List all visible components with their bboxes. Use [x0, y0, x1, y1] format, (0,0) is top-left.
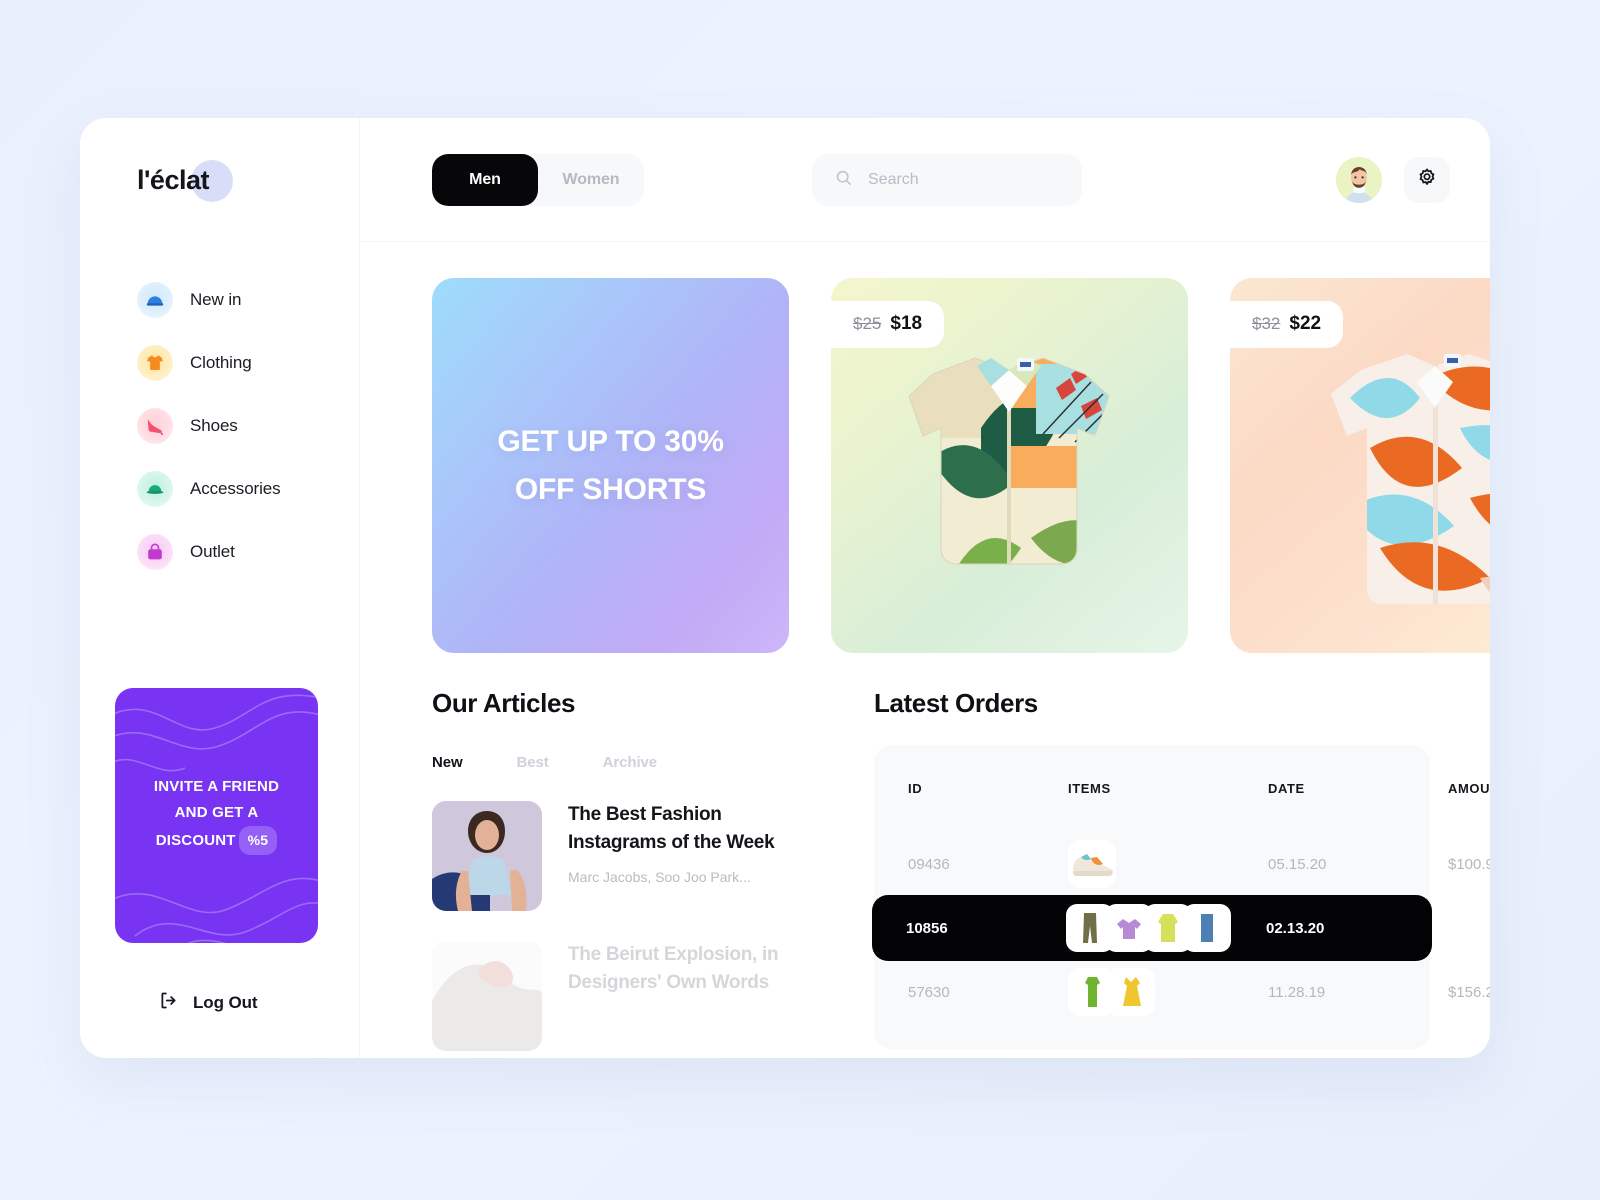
article-text: The Beirut Explosion, in Designers' Own …	[568, 941, 813, 1051]
articles-title: Our Articles	[432, 688, 576, 718]
price-badge: $32 $22	[1230, 301, 1344, 348]
product-card-2[interactable]: $32 $22	[1230, 278, 1490, 653]
article-tabs: New Best Archive	[432, 754, 832, 771]
table-row[interactable]: 09436 05.15.20 $100.9	[874, 833, 1490, 895]
orders-title: Latest Orders	[874, 688, 1038, 718]
sidebar-item-clothing[interactable]: Clothing	[80, 341, 359, 385]
avatar-illustration	[1336, 156, 1382, 203]
order-items	[1068, 840, 1268, 888]
top-header: Men Women	[360, 118, 1490, 242]
table-header-row: ID ITEMS DATE AMOUNT	[874, 771, 1490, 833]
search-bar[interactable]	[812, 153, 1082, 206]
brand-logo[interactable]: l'éclat	[137, 158, 257, 202]
sidebar-item-label: Accessories	[190, 479, 281, 498]
invite-friend-card[interactable]: INVITE A FRIEND AND GET A DISCOUNT %5	[115, 688, 318, 943]
order-id: 57630	[908, 983, 950, 1001]
order-items	[1066, 904, 1266, 952]
article-thumbnail	[432, 941, 542, 1051]
table-row[interactable]: 10856 02.13.20 $362.1	[872, 895, 1490, 961]
sneaker-icon	[1068, 840, 1116, 888]
order-id: 09436	[908, 855, 950, 873]
high-heel-icon	[137, 408, 173, 444]
order-amount: $156.25	[1448, 983, 1490, 1001]
invite-line-3: DISCOUNT	[155, 832, 236, 849]
tshirt-icon	[137, 345, 173, 381]
column-header-items: ITEMS	[1068, 781, 1111, 796]
column-header-id: ID	[908, 781, 923, 796]
gear-icon	[1416, 167, 1438, 192]
column-header-date: DATE	[1268, 781, 1305, 796]
article-title: The Best Fashion Instagrams of the Week	[568, 804, 775, 853]
sidebar-item-shoes[interactable]: Shoes	[80, 404, 359, 448]
order-date: 02.13.20	[1266, 919, 1325, 937]
promo-banner[interactable]: GET UP TO 30% OFF SHORTS	[432, 278, 789, 653]
article-image	[432, 801, 542, 911]
new-price: $18	[890, 313, 923, 334]
old-price: $25	[853, 314, 882, 333]
new-price: $22	[1289, 313, 1322, 334]
sidebar-item-outlet[interactable]: Outlet	[80, 530, 359, 574]
orders-table: ID ITEMS DATE AMOUNT 09436	[872, 745, 1490, 1049]
sidebar-item-label: Outlet	[190, 542, 235, 561]
article-image	[432, 941, 542, 1051]
search-input[interactable]	[868, 170, 1060, 189]
main-content: Men Women Search GET UP TO 30% OFF SHORT…	[360, 118, 1490, 1058]
discount-badge: %5	[238, 826, 278, 855]
promo-carousel: GET UP TO 30% OFF SHORTS $25 $18 $32 $22	[432, 278, 1490, 653]
sidebar-nav: New in Clothing Shoes Accessories Outlet	[80, 278, 359, 574]
order-date: 05.15.20	[1268, 855, 1327, 873]
search-icon	[834, 168, 853, 192]
promo-line-1: GET UP TO 30%	[497, 424, 724, 458]
handbag-icon	[137, 534, 173, 570]
article-text: The Best Fashion Instagrams of the Week …	[568, 801, 813, 911]
app-window: l'éclat New in Clothing Shoes Accessorie…	[80, 118, 1490, 1058]
product-card-1[interactable]: $25 $18	[831, 278, 1188, 653]
order-id: 10856	[906, 919, 948, 937]
skirt-icon	[1183, 904, 1231, 952]
logout-button[interactable]: Log Out	[158, 990, 258, 1016]
article-title: The Beirut Explosion, in Designers' Own …	[568, 944, 779, 993]
sidebar-item-label: Shoes	[190, 416, 238, 435]
table-row[interactable]: 57630 11.28.19 $156.25	[874, 961, 1490, 1023]
invite-line-1: INVITE A FRIEND	[153, 778, 280, 795]
order-items	[1068, 968, 1268, 1016]
order-amount: $100.99	[1448, 855, 1490, 873]
settings-button[interactable]	[1404, 156, 1450, 203]
tab-men[interactable]: Men	[432, 153, 538, 206]
logout-label: Log Out	[193, 993, 258, 1012]
promo-text: GET UP TO 30% OFF SHORTS	[497, 418, 724, 514]
order-date: 11.28.19	[1268, 983, 1326, 1001]
article-thumbnail	[432, 801, 542, 911]
yellow-dress-icon	[1107, 968, 1155, 1016]
header-actions	[1336, 156, 1450, 203]
old-price: $32	[1252, 314, 1281, 333]
order-amount: $362.15	[1446, 919, 1490, 937]
tab-women[interactable]: Women	[538, 154, 644, 206]
lower-sections: Our Articles New Best Archive The Best F…	[432, 688, 1490, 1058]
orders-section: Latest Orders ID ITEMS DATE AMOUNT 09436	[872, 688, 1490, 1058]
invite-line-2: AND GET A	[174, 804, 259, 821]
logout-icon	[158, 990, 179, 1016]
sidebar-item-accessories[interactable]: Accessories	[80, 467, 359, 511]
avatar[interactable]	[1336, 156, 1382, 203]
sidebar-item-new-in[interactable]: New in	[80, 278, 359, 322]
sidebar-item-label: Clothing	[190, 353, 252, 372]
brand-name: l'éclat	[137, 164, 209, 195]
article-item[interactable]: The Best Fashion Instagrams of the Week …	[432, 801, 832, 911]
article-item[interactable]: The Beirut Explosion, in Designers' Own …	[432, 941, 832, 1051]
sidebar-item-label: New in	[190, 290, 242, 309]
cap-icon	[137, 282, 173, 318]
gender-tabs: Men Women	[432, 153, 644, 206]
article-subtitle: Marc Jacobs, Soo Joo Park...	[568, 869, 751, 885]
invite-text: INVITE A FRIEND AND GET A DISCOUNT %5	[115, 774, 318, 855]
articles-section: Our Articles New Best Archive The Best F…	[432, 688, 832, 1058]
column-header-amount: AMOUNT	[1448, 781, 1490, 796]
tab-new[interactable]: New	[432, 754, 463, 771]
sidebar: l'éclat New in Clothing Shoes Accessorie…	[80, 118, 360, 1058]
hat-icon	[137, 471, 173, 507]
price-badge: $25 $18	[831, 301, 945, 348]
tab-archive[interactable]: Archive	[603, 754, 657, 771]
promo-line-2: OFF SHORTS	[514, 472, 707, 506]
tab-best[interactable]: Best	[517, 754, 549, 771]
